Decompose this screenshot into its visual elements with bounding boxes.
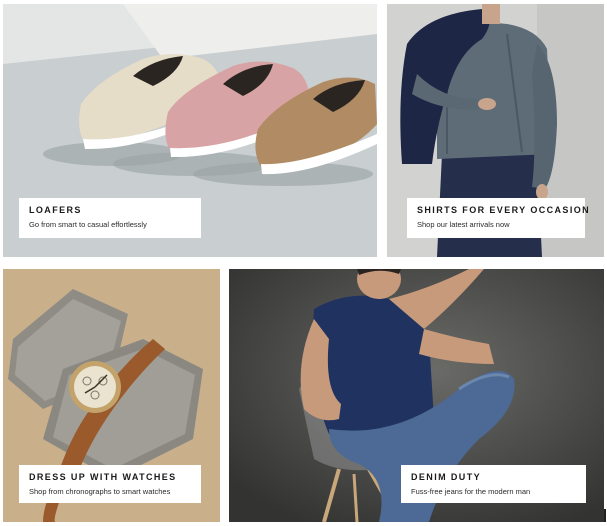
tile-subtitle-denim: Fuss-free jeans for the modern man — [411, 487, 531, 496]
promo-tile-watches[interactable]: DRESS UP WITH WATCHES Shop from chronogr… — [3, 269, 220, 522]
tile-title-denim: DENIM DUTY — [411, 472, 481, 482]
promo-tile-shirts[interactable]: SHIRTS FOR EVERY OCCASION Shop our lates… — [387, 4, 604, 257]
promo-tile-denim[interactable]: DENIM DUTY Fuss-free jeans for the moder… — [229, 269, 604, 522]
tile-title-loafers: LOAFERS — [29, 205, 82, 215]
caption-loafers: LOAFERS Go from smart to casual effortle… — [19, 198, 201, 238]
tile-subtitle-loafers: Go from smart to casual effortlessly — [29, 220, 147, 229]
tile-subtitle-shirts: Shop our latest arrivals now — [417, 220, 510, 229]
tile-title-shirts: SHIRTS FOR EVERY OCCASION — [417, 205, 591, 215]
tile-subtitle-watches: Shop from chronographs to smart watches — [29, 487, 171, 496]
caption-shirts: SHIRTS FOR EVERY OCCASION Shop our lates… — [407, 198, 591, 238]
promo-tile-loafers[interactable]: LOAFERS Go from smart to casual effortle… — [3, 4, 377, 257]
caption-denim: DENIM DUTY Fuss-free jeans for the moder… — [401, 465, 586, 503]
caption-watches: DRESS UP WITH WATCHES Shop from chronogr… — [19, 465, 201, 503]
text-cursor — [604, 509, 606, 522]
tile-title-watches: DRESS UP WITH WATCHES — [29, 472, 177, 482]
